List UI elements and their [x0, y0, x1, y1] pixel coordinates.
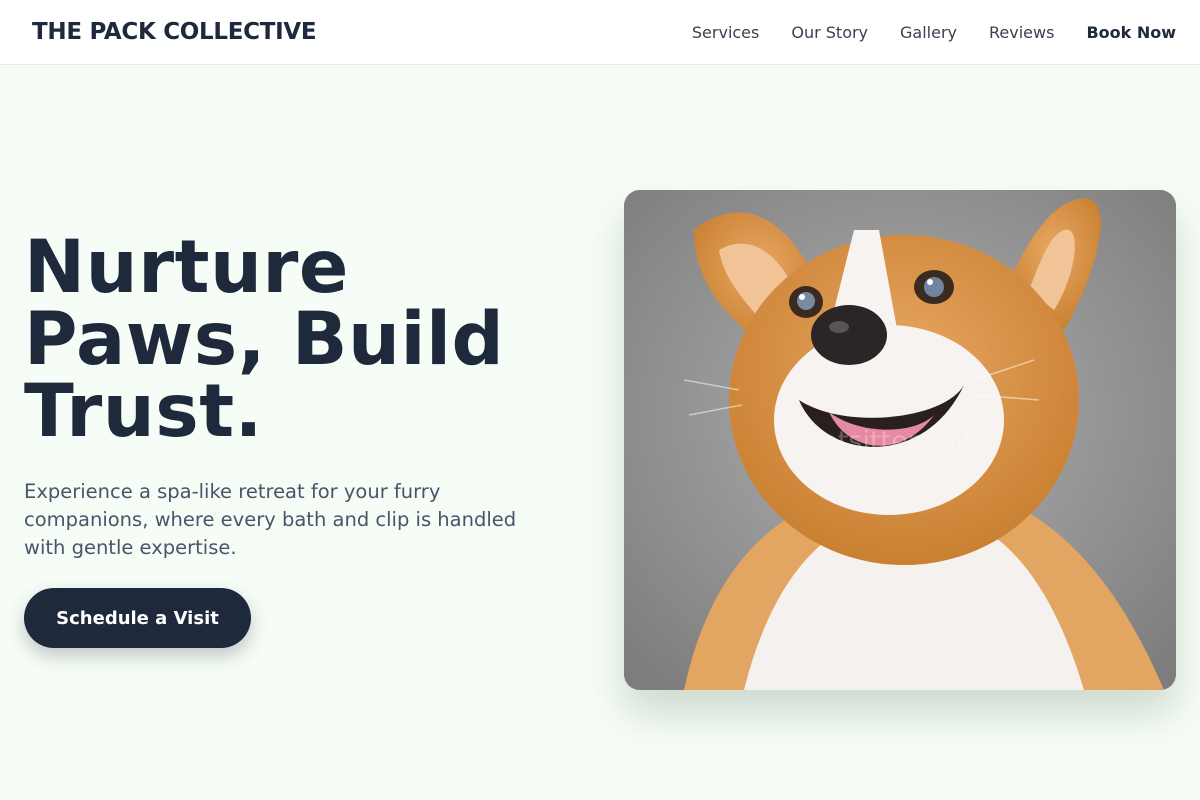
hero-dog-photo: petsitters.site [624, 190, 1176, 690]
site-header: THE PACK COLLECTIVE Services Our Story G… [0, 0, 1200, 65]
hero-subtext: Experience a spa-like retreat for your f… [24, 480, 517, 559]
nav-link-gallery[interactable]: Gallery [900, 23, 957, 42]
headline-line-3: Trust. [24, 369, 263, 454]
hero-section: Nurture Paws, Build Trust. Experience a … [24, 231, 564, 648]
nav-link-reviews[interactable]: Reviews [989, 23, 1054, 42]
nav-link-our-story[interactable]: Our Story [791, 23, 868, 42]
brand-logo[interactable]: THE PACK COLLECTIVE [32, 19, 317, 45]
hero-headline: Nurture Paws, Build Trust. [24, 231, 564, 448]
nav-link-book-now[interactable]: Book Now [1086, 23, 1176, 42]
schedule-visit-button[interactable]: Schedule a Visit [24, 588, 251, 648]
main-nav: Services Our Story Gallery Reviews Book … [692, 23, 1176, 42]
nav-link-services[interactable]: Services [692, 23, 759, 42]
image-watermark: petsitters.site [804, 426, 991, 457]
